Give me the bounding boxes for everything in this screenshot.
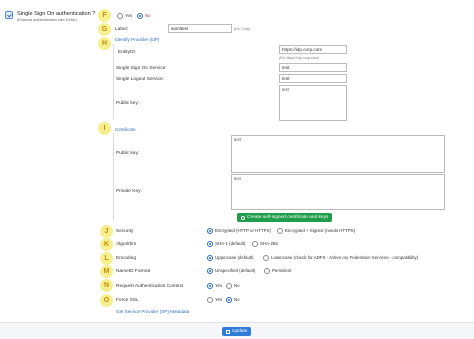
create-certificate-button[interactable]: Create self-signed certificate and keys [237, 213, 333, 222]
security-signed-label: Encrypted + Signed (needs HTTPS) [285, 228, 356, 233]
badge-g: G [98, 23, 111, 36]
label-input[interactable]: samltest [168, 24, 232, 33]
page-subtitle: (External authentication with SAML) [17, 18, 78, 22]
nameid-unspecified-radio[interactable] [207, 268, 213, 274]
enable-yes-label: Yes [125, 13, 133, 18]
entity-id-hint: (Ex: https://idp.corp.com) [279, 56, 319, 60]
badge-j: J [100, 225, 113, 238]
cert-private-key-textarea[interactable]: test [231, 174, 445, 210]
update-button-label: Update [232, 329, 248, 334]
security-label: Security [116, 229, 134, 234]
page-title: Single Sign On authentication ? [17, 11, 96, 17]
encoding-lowercase-label: Lowercase (check for ADFS - Active.ory F… [271, 255, 419, 260]
request-auth-yes-label: Yes [215, 283, 223, 288]
nameid-persistent-label: Persistent [272, 268, 292, 273]
badge-i: I [98, 122, 111, 135]
sp-metadata-link[interactable]: Get Service Provider (SP) Metadata [116, 309, 189, 314]
security-encrypted-radio[interactable] [207, 228, 213, 234]
idp-public-key-textarea[interactable]: test [279, 85, 347, 121]
label-hint: (Ex: Corp) [234, 27, 251, 31]
cert-public-key-label: Public key: [116, 151, 140, 156]
badge-o: O [100, 294, 113, 307]
saml-settings-panel: Single Sign On authentication ? (Externa… [0, 0, 474, 339]
slo-service-input[interactable]: test [279, 74, 347, 83]
update-button[interactable]: Update [222, 327, 252, 336]
encoding-lowercase-radio[interactable] [263, 255, 269, 261]
algorithm-sha256-radio[interactable] [252, 241, 258, 247]
badge-l: L [100, 252, 113, 265]
idp-section-divider [113, 44, 114, 119]
label-field-label: Label: [115, 27, 129, 32]
enable-no-label: No [145, 13, 151, 18]
badge-f: F [98, 9, 111, 22]
cert-section-divider [113, 133, 114, 221]
slo-service-label: Single Logout Service: [116, 77, 164, 82]
entity-id-label: EntityID: [118, 50, 137, 55]
enable-no-radio[interactable] [137, 13, 143, 19]
badge-k: K [100, 238, 113, 251]
encoding-label: Encoding [116, 256, 137, 261]
save-icon [226, 329, 230, 334]
cert-private-key-label: Private Key: [116, 189, 142, 194]
badge-h: H [98, 37, 111, 50]
badge-m: M [100, 265, 113, 278]
force-ssl-yes-label: Yes [215, 297, 223, 302]
nameid-format-label: NameID Format [116, 269, 151, 274]
certificate-link[interactable]: Certificate [115, 127, 136, 132]
create-certificate-label: Create self-signed certificate and keys [247, 215, 329, 220]
request-auth-yes-radio[interactable] [207, 283, 213, 289]
encoding-uppercase-label: Uppercase (default) [215, 255, 254, 260]
nameid-unspecified-label: Unspecified (default) [215, 268, 256, 273]
force-ssl-label: Force SSL [116, 298, 139, 303]
entity-id-input[interactable]: https://idp.corp.com [279, 45, 347, 54]
sso-service-input[interactable]: test [279, 63, 347, 72]
request-auth-no-radio[interactable] [226, 283, 232, 289]
badge-n: N [100, 279, 113, 292]
idp-public-key-label: Public key: [116, 101, 140, 106]
security-signed-radio[interactable] [277, 228, 283, 234]
algorithm-sha1-label: SHA-1 (default) [215, 241, 246, 246]
sso-service-label: Single Sign On Service: [116, 66, 167, 71]
cert-public-key-textarea[interactable]: test [231, 135, 445, 173]
nameid-persistent-radio[interactable] [264, 268, 270, 274]
security-encrypted-label: Encrypted (HTTP or HTTPS) [215, 228, 272, 233]
algorithm-sha256-label: SHA-256 [260, 241, 278, 246]
enable-yes-radio[interactable] [117, 13, 123, 19]
encoding-uppercase-radio[interactable] [207, 255, 213, 261]
force-ssl-no-radio[interactable] [226, 297, 232, 303]
force-ssl-no-label: No [234, 297, 240, 302]
algorithm-label: Algorithm [116, 242, 137, 247]
algorithm-sha1-radio[interactable] [207, 241, 213, 247]
checkbox-icon [5, 11, 13, 19]
force-ssl-yes-radio[interactable] [207, 297, 213, 303]
gear-icon [241, 215, 245, 220]
request-auth-context-label: Request Authentication Context [116, 284, 184, 289]
request-auth-no-label: No [234, 283, 240, 288]
identity-provider-link[interactable]: Identify Provider (IdP) [115, 37, 159, 42]
